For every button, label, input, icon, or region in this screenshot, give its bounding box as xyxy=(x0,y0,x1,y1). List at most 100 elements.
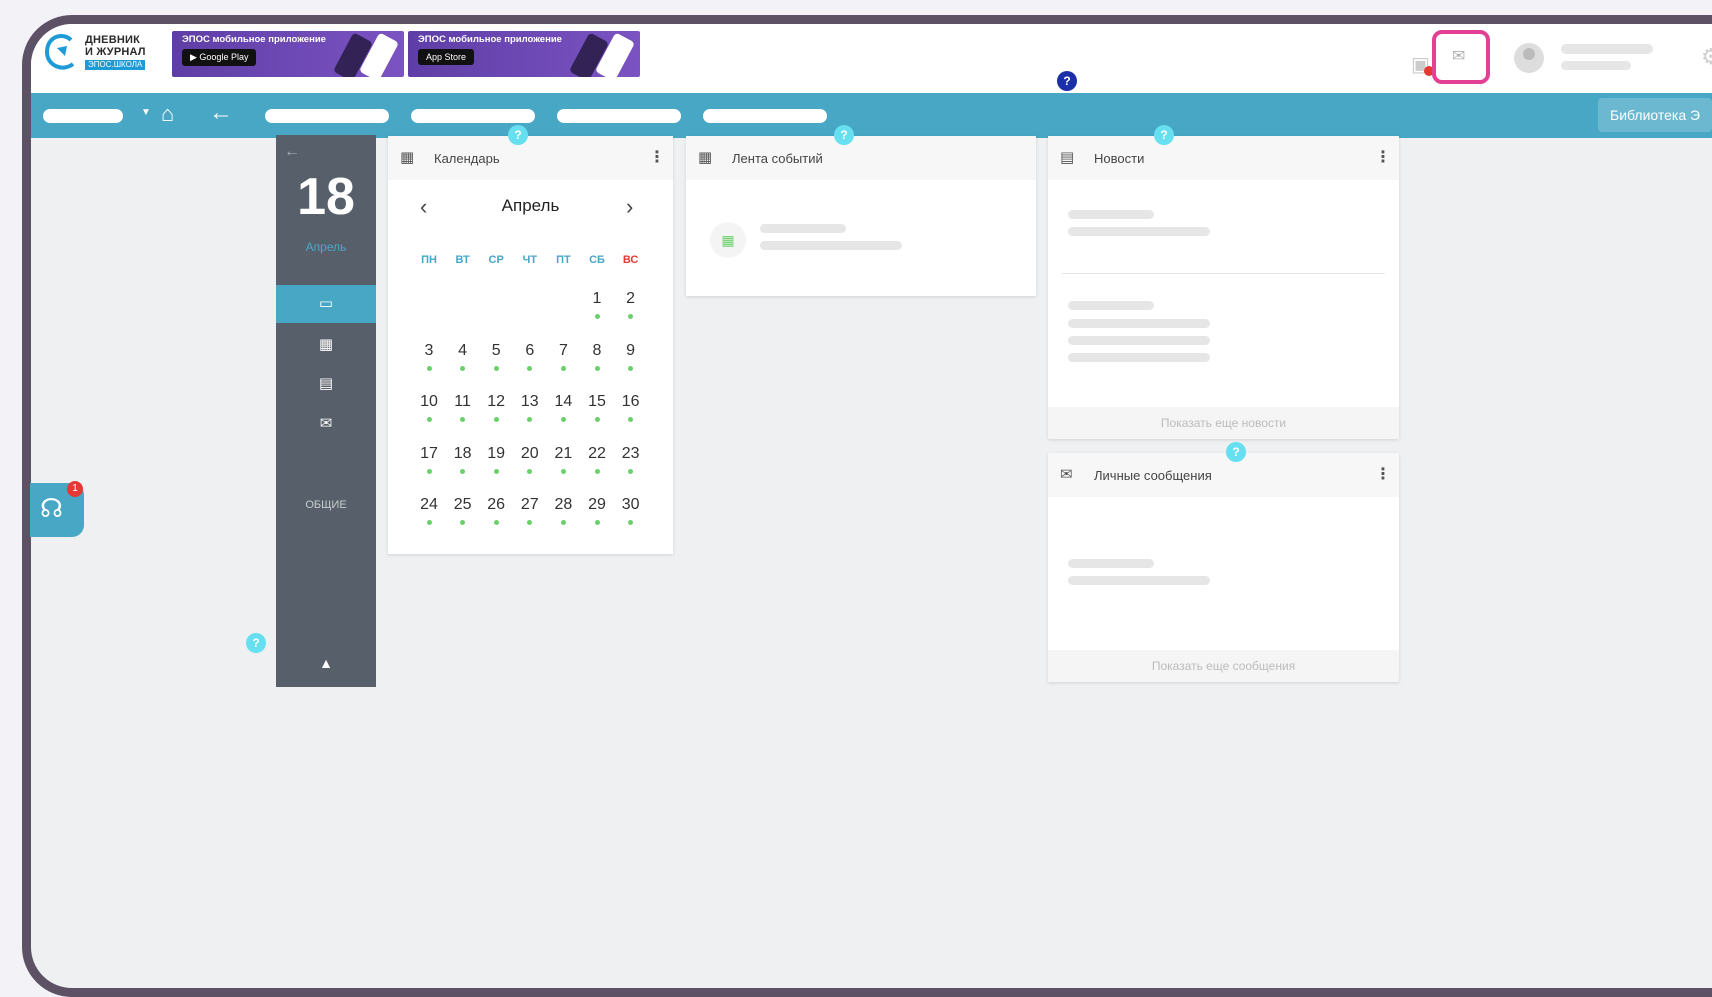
event-dot xyxy=(493,417,499,422)
library-button[interactable]: Библиотека Э xyxy=(1598,98,1712,132)
calendar-icon: ▦ xyxy=(400,149,415,166)
calendar-day[interactable]: 13 xyxy=(513,393,547,422)
nav-link[interactable] xyxy=(411,109,535,123)
calendar-day[interactable]: 2 xyxy=(614,290,648,319)
avatar[interactable] xyxy=(1514,43,1544,73)
calendar-day[interactable]: 16 xyxy=(614,393,648,422)
event-dot xyxy=(527,417,533,422)
next-month-icon[interactable]: › xyxy=(626,194,633,220)
help-icon[interactable]: ? xyxy=(1154,125,1174,145)
more-menu-icon[interactable]: ⋮ xyxy=(1375,464,1391,484)
day-number: 27 xyxy=(520,496,539,513)
back-arrow-icon[interactable]: ← xyxy=(209,99,233,127)
calendar-day[interactable]: 30 xyxy=(614,496,648,525)
mail-icon[interactable]: ✉ xyxy=(1452,46,1465,66)
calendar-day[interactable]: 22 xyxy=(580,445,614,474)
messages-card: ✉ Личные сообщения ⋮ Показать еще сообще… xyxy=(1048,453,1399,682)
help-icon[interactable]: ? xyxy=(1226,442,1246,462)
weekday-label: ПТ xyxy=(556,254,571,266)
day-number: 3 xyxy=(424,341,434,359)
sidebar-general-label: ОБЩИЕ xyxy=(305,499,347,511)
news-placeholder xyxy=(1068,319,1210,328)
calendar-day[interactable]: 3 xyxy=(412,342,446,371)
day-number: 23 xyxy=(621,444,640,462)
app-store-banner[interactable]: ЭПОС мобильное приложение App Store xyxy=(408,31,640,77)
day-number: 22 xyxy=(588,444,606,462)
mail-icon[interactable]: ✉ xyxy=(276,405,376,443)
calendar-day[interactable]: 7 xyxy=(546,342,580,371)
news-placeholder xyxy=(1068,227,1210,236)
calendar-day[interactable]: 25 xyxy=(446,496,480,525)
calendar-day[interactable]: 5 xyxy=(479,342,513,371)
google-play-banner[interactable]: ЭПОС мобильное приложение ▶ Google Play xyxy=(172,31,404,77)
calendar-day[interactable]: 17 xyxy=(412,445,446,474)
calendar-day[interactable]: 26 xyxy=(479,496,513,525)
calendar-day[interactable]: 10 xyxy=(412,393,446,422)
day-number: 11 xyxy=(454,393,471,410)
day-sidebar: ← 18 Апрель ▭ ▦ ▤ ✉ ОБЩИЕ ▲ xyxy=(276,135,376,687)
help-icon[interactable]: ? xyxy=(246,633,266,653)
calendar-day[interactable]: 19 xyxy=(479,445,513,474)
calendar-icon[interactable]: ▦ xyxy=(276,326,376,364)
event-dot xyxy=(493,365,499,371)
logo-subtitle: ЭПОС.ШКОЛА xyxy=(85,60,146,70)
weekday-label: ВТ xyxy=(455,254,470,266)
news-icon[interactable]: ▤ xyxy=(276,365,376,403)
home-icon[interactable]: ⌂ xyxy=(161,101,174,127)
news-placeholder xyxy=(1068,336,1210,345)
back-arrow-icon[interactable]: ← xyxy=(284,143,300,161)
app-store-button: App Store xyxy=(418,49,475,65)
calendar-day[interactable]: 11 xyxy=(446,393,480,422)
calendar-day[interactable]: 15 xyxy=(580,393,614,422)
show-more-news-button[interactable]: Показать еще новости xyxy=(1048,407,1399,439)
calendar-day[interactable]: 21 xyxy=(546,445,580,474)
day-number: 12 xyxy=(487,393,506,410)
calendar-day[interactable]: 29 xyxy=(580,496,614,525)
bell-icon[interactable]: ▲ xyxy=(276,655,376,671)
school-selector[interactable] xyxy=(43,109,123,123)
events-card: ▦ Лента событий ▦ xyxy=(686,136,1036,296)
card-title: Новости xyxy=(1094,151,1145,166)
more-menu-icon[interactable]: ⋮ xyxy=(649,147,665,167)
calendar-day[interactable]: 24 xyxy=(412,496,446,525)
nav-link[interactable] xyxy=(703,109,827,123)
calendar-day[interactable]: 1 xyxy=(580,290,614,319)
card-title: Личные сообщения xyxy=(1094,468,1212,483)
day-number: 25 xyxy=(453,496,472,513)
show-more-messages-button[interactable]: Показать еще сообщения xyxy=(1048,650,1399,682)
help-icon[interactable]: ? xyxy=(508,125,528,145)
calendar-day[interactable]: 14 xyxy=(546,393,580,422)
event-dot xyxy=(426,468,432,474)
google-play-button: ▶ Google Play xyxy=(182,49,257,66)
event-dot xyxy=(560,417,566,422)
day-number: 7 xyxy=(558,341,568,359)
day-number: 2 xyxy=(626,290,636,307)
store-label: Google Play xyxy=(199,52,249,62)
chevron-down-icon[interactable]: ▼ xyxy=(141,107,151,118)
calendar-day[interactable]: 12 xyxy=(479,393,513,422)
event-dot xyxy=(594,365,600,371)
calendar-day[interactable]: 28 xyxy=(546,496,580,525)
widgets-icon[interactable]: ▭ xyxy=(276,285,376,323)
calendar-day[interactable]: 9 xyxy=(614,342,648,371)
nav-link[interactable] xyxy=(557,109,681,123)
gear-icon[interactable]: ⚙ xyxy=(1701,44,1712,70)
calendar-day[interactable]: 20 xyxy=(513,445,547,474)
more-menu-icon[interactable]: ⋮ xyxy=(1375,147,1391,167)
help-icon[interactable]: ? xyxy=(834,125,854,145)
event-dot xyxy=(560,365,566,371)
event-dot xyxy=(527,468,533,474)
calendar-day[interactable]: 4 xyxy=(446,342,480,371)
calendar-day[interactable]: 23 xyxy=(614,445,648,474)
calendar-day[interactable]: 27 xyxy=(513,496,547,525)
calendar-day[interactable]: 18 xyxy=(446,445,480,474)
day-number: 28 xyxy=(554,496,573,513)
help-icon[interactable]: ? xyxy=(1057,71,1077,91)
calendar-day[interactable]: 6 xyxy=(513,342,547,371)
calendar-day[interactable]: 8 xyxy=(580,342,614,371)
nav-link[interactable] xyxy=(265,109,389,123)
news-placeholder xyxy=(1068,210,1154,219)
day-number: 26 xyxy=(487,496,506,513)
logo[interactable]: ДНЕВНИК И ЖУРНАЛ ЭПОС.ШКОЛА xyxy=(43,30,163,74)
mail-icon: ✉ xyxy=(1060,466,1073,483)
